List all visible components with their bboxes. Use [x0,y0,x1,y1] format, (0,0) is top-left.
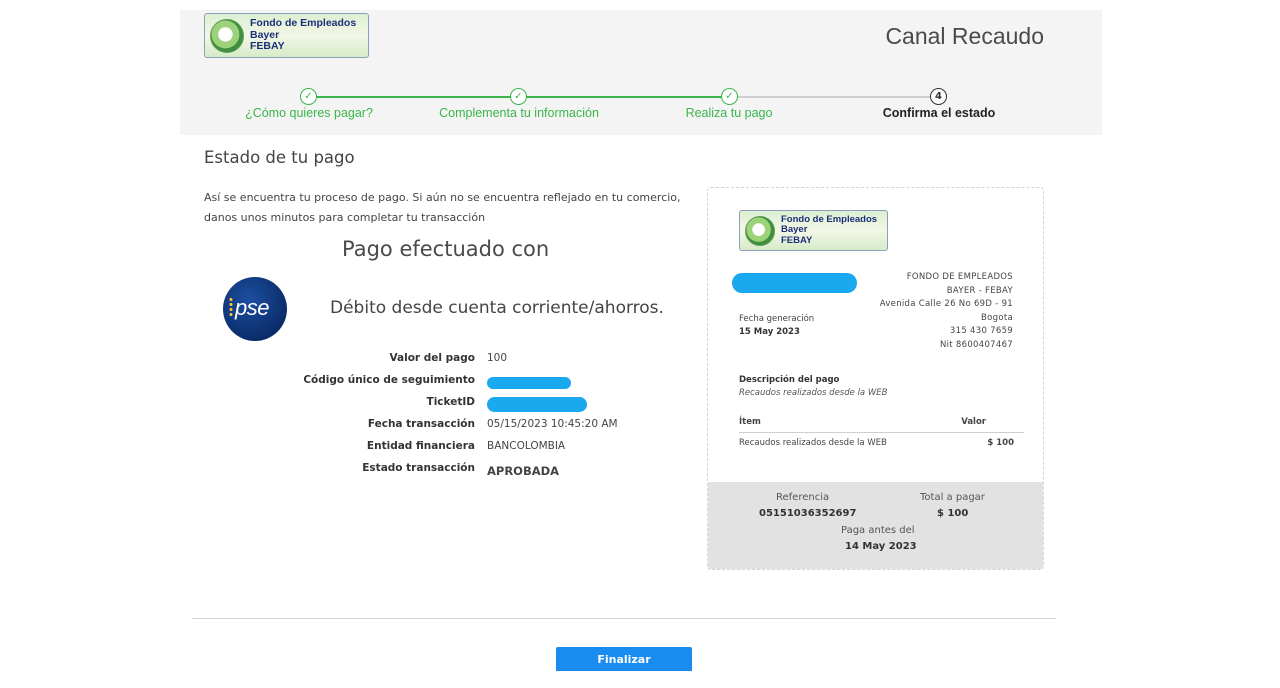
pse-logo-icon: pse [223,277,287,341]
redacted-value [487,397,587,412]
step-2-label: Complementa tu información [439,106,599,120]
detail-label: Estado transacción [362,462,475,474]
detail-label: Valor del pago [389,352,475,364]
febay-logo: Fondo de Empleados Bayer FEBAY [204,13,369,58]
step-2-check-icon: ✓ [510,88,527,105]
redacted-field [732,273,857,293]
step-connector-pending [738,96,938,98]
detail-value: 05/15/2023 10:45:20 AM [487,418,618,430]
company-city: Bogota [981,312,1013,323]
detail-value: BANCOLOMBIA [487,440,566,452]
receipt-febay-logo: Fondo de Empleados Bayer FEBAY [739,210,888,251]
step-1-label: ¿Cómo quieres pagar? [245,106,373,120]
header: Fondo de Empleados Bayer FEBAY Canal Rec… [180,10,1102,135]
redacted-value [487,377,571,389]
logo-line-2: FEBAY [250,40,285,53]
value-column-header: Valor [961,417,986,427]
due-date-label: Paga antes del [841,525,915,536]
divider [192,618,1056,619]
company-phone: 315 430 7659 [949,326,1013,336]
paid-title: Pago efectuado con [342,237,550,261]
table-row: Recaudos realizados desde la WEB $ 100 [739,438,1024,454]
detail-label: Fecha transacción [367,418,475,430]
progress-stepper: ✓ ¿Cómo quieres pagar? ✓ Complementa tu … [180,86,1102,126]
item-column-header: Ítem [739,417,761,427]
pse-logo-text: pse [235,295,269,320]
description-label: Descripción del pago [739,375,840,385]
company-info: FONDO DE EMPLEADOS BAYER - FEBAY Avenida… [880,271,1013,352]
company-line: FONDO DE EMPLEADOS [906,272,1013,282]
company-nit: Nit 8600407467 [939,339,1013,350]
logo-line-2: FEBAY [781,234,813,246]
intro-text: Así se encuentra tu proceso de pago. Si … [204,191,681,224]
detail-label: TicketID [426,396,475,408]
total-value: $ 100 [937,508,969,519]
page-title: Canal Recaudo [885,23,1044,49]
status-value: APROBADA [487,464,560,478]
detail-row-ticket-id: TicketID [230,396,670,416]
step-1-check-icon: ✓ [300,88,317,105]
total-label: Total a pagar [920,492,985,503]
company-address: Avenida Calle 26 No 69D - 91 [879,299,1013,309]
value-cell: $ 100 [987,438,1014,448]
item-cell: Recaudos realizados desde la WEB [739,438,887,448]
detail-row-amount: Valor del pago 100 [230,352,670,372]
detail-label: Entidad financiera [366,440,475,452]
step-4-label: Confirma el estado [882,106,996,120]
receipt-card: Fondo de Empleados Bayer FEBAY FONDO DE … [707,187,1044,570]
detail-value: 100 [487,352,508,364]
detail-row-bank: Entidad financiera BANCOLOMBIA [230,440,670,460]
detail-row-status: Estado transacción APROBADA [230,462,670,482]
payment-status-page: Fondo de Empleados Bayer FEBAY Canal Rec… [0,0,1280,688]
detail-row-transaction-date: Fecha transacción 05/15/2023 10:45:20 AM [230,418,670,438]
step-3-label: Realiza tu pago [685,106,773,120]
reference-label: Referencia [776,492,830,503]
febay-emblem-icon [745,215,775,246]
logo-line-1: Fondo de Empleados Bayer [250,17,357,41]
febay-emblem-icon [210,18,244,53]
step-3-check-icon: ✓ [721,88,738,105]
step-4-number: 4 [930,88,947,105]
generation-date: 15 May 2023 [739,327,800,337]
description-value: Recaudos realizados desde la WEB [739,388,888,398]
due-date-value: 14 May 2023 [845,541,917,552]
section-title: Estado de tu pago [204,148,355,167]
payment-method: Débito desde cuenta corriente/ahorros. [330,298,664,318]
logo-line-1: Fondo de Empleados Bayer [781,213,878,236]
reference-value: 05151036352697 [759,508,857,519]
receipt-summary: Referencia 05151036352697 Total a pagar … [708,482,1043,569]
detail-label: Código único de seguimiento [303,374,475,386]
finalize-button[interactable]: Finalizar [556,647,692,671]
generation-date-label: Fecha generación [739,314,815,324]
detail-row-tracking-code: Código único de seguimiento [230,374,670,394]
items-table-header: Ítem Valor [739,417,1024,433]
company-line: BAYER - FEBAY [946,285,1013,296]
